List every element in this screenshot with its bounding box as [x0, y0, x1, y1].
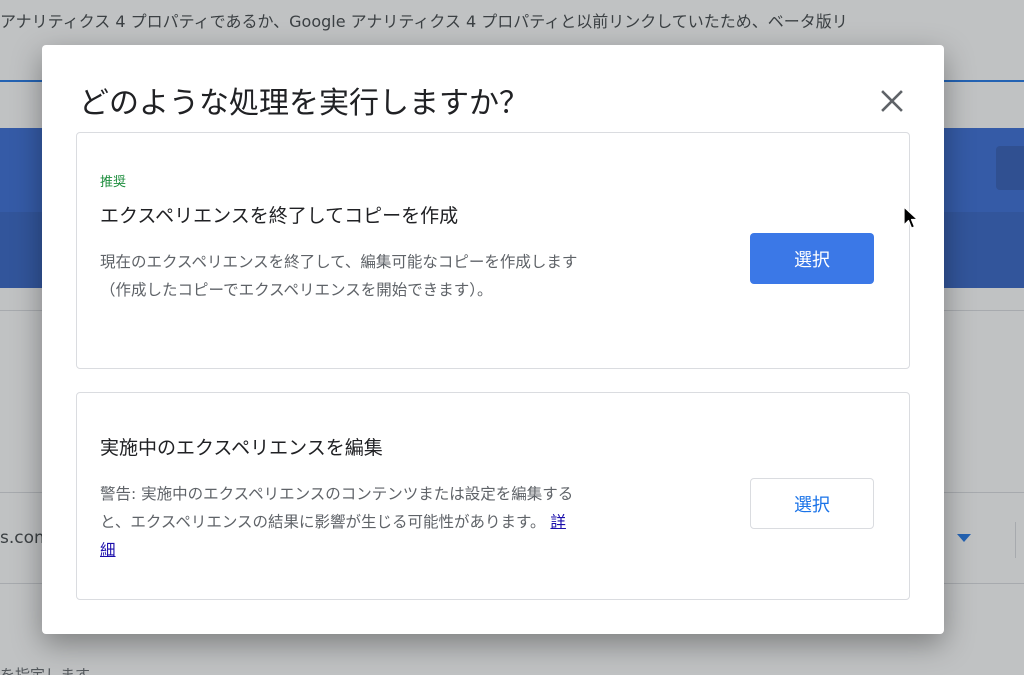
- option-title: エクスペリエンスを終了してコピーを作成: [100, 205, 459, 227]
- option-description: 警告: 実施中のエクスペリエンスのコンテンツまたは設定を編集すると、エクスペリエ…: [100, 480, 580, 564]
- option-card-end-and-copy: 推奨 エクスペリエンスを終了してコピーを作成 現在のエクスペリエンスを終了して、…: [76, 132, 910, 369]
- option-card-edit-running: 実施中のエクスペリエンスを編集 警告: 実施中のエクスペリエンスのコンテンツまた…: [76, 392, 910, 600]
- close-button[interactable]: [872, 81, 912, 121]
- action-dialog: どのような処理を実行しますか？ 推奨 エクスペリエンスを終了してコピーを作成 現…: [42, 45, 944, 634]
- mouse-pointer-icon: [903, 206, 919, 229]
- dialog-title: どのような処理を実行しますか？: [79, 86, 529, 121]
- select-edit-running-button[interactable]: 選択: [750, 478, 874, 529]
- close-icon: [881, 90, 903, 112]
- warning-text: 警告: 実施中のエクスペリエンスのコンテンツまたは設定を編集すると、エクスペリエ…: [100, 485, 574, 531]
- option-description: 現在のエクスペリエンスを終了して、編集可能なコピーを作成します（作成したコピーで…: [100, 253, 578, 299]
- option-title: 実施中のエクスペリエンスを編集: [100, 437, 383, 459]
- recommended-tag: 推奨: [100, 175, 127, 190]
- select-end-and-copy-button[interactable]: 選択: [750, 233, 874, 284]
